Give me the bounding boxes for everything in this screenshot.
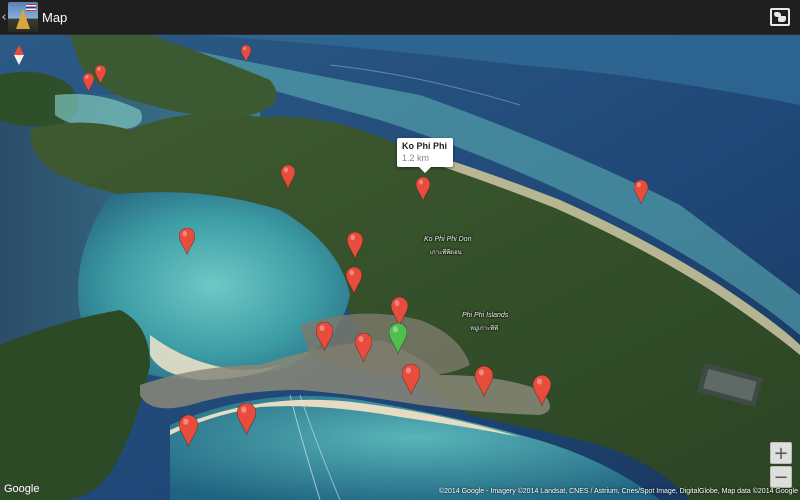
map-marker[interactable] (416, 177, 430, 201)
info-window-title: Ko Phi Phi (402, 141, 447, 151)
zoom-in-button[interactable]: + (770, 442, 792, 464)
place-label: Ko Phi Phi Don (424, 236, 472, 243)
app-title: Map (42, 9, 68, 25)
action-bar: ‹ Map (0, 0, 800, 35)
chevron-left-icon[interactable]: ‹ (0, 0, 8, 35)
map-marker[interactable] (316, 322, 333, 351)
info-window-distance: 1.2 km (402, 153, 430, 163)
map-marker[interactable] (241, 45, 251, 62)
place-label: Phi Phi Islands (462, 312, 509, 319)
map-marker[interactable] (355, 333, 372, 362)
map-marker[interactable] (533, 375, 551, 406)
current-location-marker[interactable] (389, 323, 407, 354)
place-label-thai: หมู่เกาะพีพี (470, 326, 499, 332)
app-icon[interactable] (8, 2, 38, 32)
map-marker[interactable] (634, 180, 648, 204)
map-marker[interactable] (83, 73, 94, 92)
map-view[interactable]: Ko Phi Phi Don เกาะพีพีดอน Phi Phi Islan… (0, 35, 800, 500)
marker-info-window[interactable]: Ko Phi Phi 1.2 km (397, 138, 453, 173)
compass-needle-icon[interactable] (13, 45, 25, 65)
zoom-out-button[interactable]: − (770, 466, 792, 488)
map-marker[interactable] (391, 297, 408, 326)
place-label-thai: เกาะพีพีดอน (430, 250, 462, 256)
map-layers-button[interactable] (770, 8, 790, 26)
map-marker[interactable] (346, 267, 362, 294)
map-marker[interactable] (402, 364, 420, 395)
map-marker[interactable] (179, 415, 198, 447)
temple-icon (16, 9, 30, 29)
map-marker[interactable] (347, 232, 363, 259)
satellite-imagery (0, 35, 800, 500)
thai-flag-icon (26, 4, 36, 11)
google-logo: Google (4, 483, 40, 495)
map-marker[interactable] (237, 403, 256, 435)
map-marker[interactable] (281, 165, 295, 189)
map-attribution: ©2014 Google - Imagery ©2014 Landsat, CN… (438, 488, 798, 495)
map-marker[interactable] (95, 65, 106, 84)
map-marker[interactable] (179, 228, 195, 255)
map-marker[interactable] (475, 366, 493, 397)
